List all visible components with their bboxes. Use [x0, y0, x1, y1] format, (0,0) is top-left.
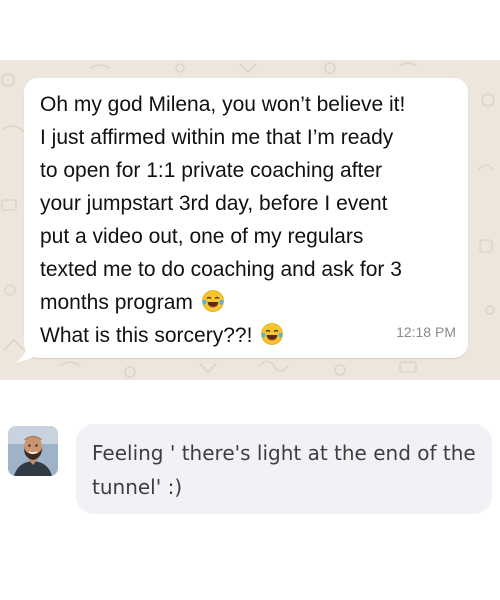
avatar-portrait-icon — [8, 426, 58, 476]
incoming-message-bubble[interactable]: Oh my god Milena, you won’t believe it! … — [24, 78, 468, 358]
reply-message-text: Feeling ' there's light at the end of th… — [92, 441, 476, 499]
chat-wallpaper: Oh my god Milena, you won’t believe it! … — [0, 60, 500, 380]
reply-message-bubble[interactable]: Feeling ' there's light at the end of th… — [76, 424, 492, 514]
message-line: texted me to do coaching and ask for 3 — [40, 258, 402, 281]
bubble-tail — [16, 346, 40, 362]
message-line: your jumpstart 3rd day, before I event — [40, 192, 388, 215]
message-line: Oh my god Milena, you won’t believe it! — [40, 93, 406, 116]
message-line: months program — [40, 291, 193, 314]
incoming-message-text: Oh my god Milena, you won’t believe it! … — [40, 88, 460, 352]
laughing-tears-emoji-icon — [201, 290, 224, 312]
message-line: put a video out, one of my regulars — [40, 225, 364, 248]
message-line: What is this sorcery??! — [40, 324, 253, 347]
message-timestamp: 12:18 PM — [396, 324, 456, 340]
message-line: I just affirmed within me that I’m ready — [40, 126, 394, 149]
message-line: to open for 1:1 private coaching after — [40, 159, 383, 182]
laughing-tears-emoji-icon — [261, 323, 284, 345]
user-avatar[interactable] — [8, 426, 58, 476]
